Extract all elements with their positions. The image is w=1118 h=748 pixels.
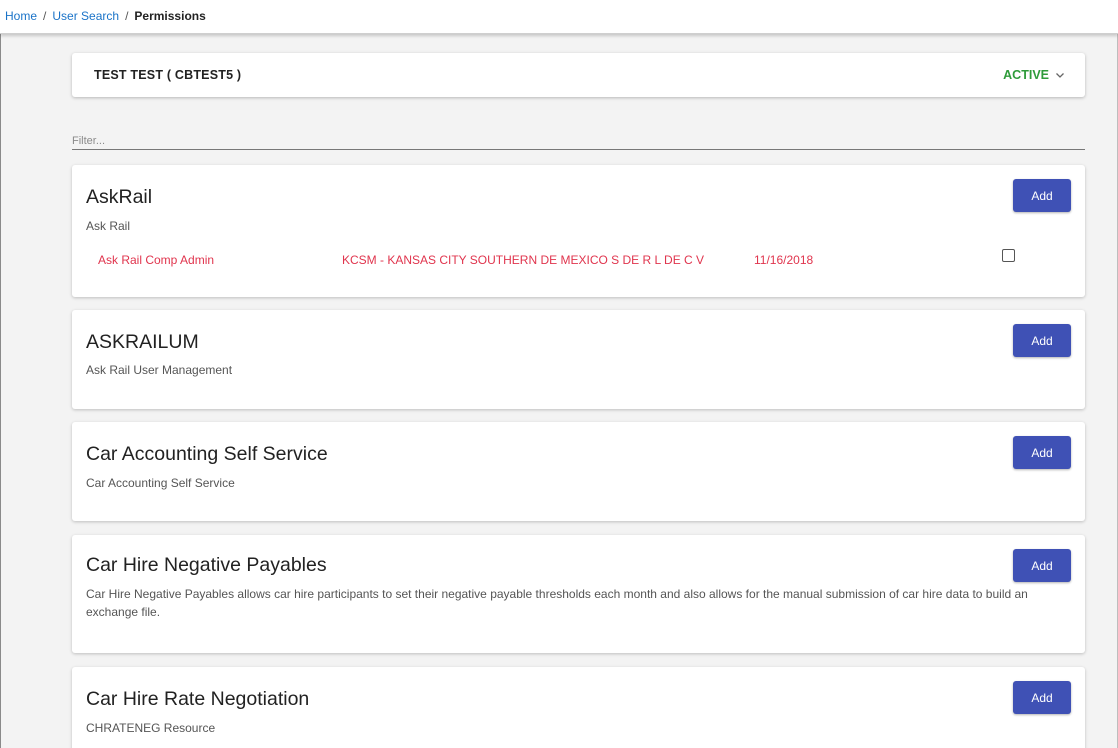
breadcrumb-user-search-link[interactable]: User Search xyxy=(52,9,119,23)
breadcrumb-separator: / xyxy=(125,9,129,23)
breadcrumb-separator: / xyxy=(43,9,47,23)
status-badge: ACTIVE xyxy=(1003,68,1049,82)
card-title: ASKRAILUM xyxy=(86,331,199,353)
permission-row: Ask Rail Comp Admin KCSM - KANSAS CITY S… xyxy=(98,253,1058,269)
card-description: CHRATENEG Resource xyxy=(86,721,216,735)
breadcrumb-home-link[interactable]: Home xyxy=(5,9,37,23)
add-button[interactable]: Add xyxy=(1013,681,1071,714)
card-title: AskRail xyxy=(86,186,153,208)
permission-checkbox[interactable] xyxy=(1002,249,1015,262)
permission-card-askrailum: ASKRAILUM Ask Rail User Management Add xyxy=(72,310,1085,409)
card-description: Ask Rail xyxy=(86,219,131,233)
add-button[interactable]: Add xyxy=(1013,549,1071,582)
breadcrumb-current: Permissions xyxy=(134,9,206,23)
left-border xyxy=(0,34,1,748)
card-title: Car Hire Negative Payables xyxy=(86,554,327,576)
add-button[interactable]: Add xyxy=(1013,179,1071,212)
add-button[interactable]: Add xyxy=(1013,436,1071,469)
status-toggle[interactable]: ACTIVE xyxy=(1003,68,1065,82)
permission-card-car-hire-rate-negotiation: Car Hire Rate Negotiation CHRATENEG Reso… xyxy=(72,667,1085,748)
permission-card-car-hire-negative-payables: Car Hire Negative Payables Car Hire Nega… xyxy=(72,535,1085,653)
permission-card-askrail: AskRail Ask Rail Add Ask Rail Comp Admin… xyxy=(72,165,1085,297)
filter-input[interactable] xyxy=(72,128,1085,150)
permission-date: 11/16/2018 xyxy=(754,253,814,267)
chevron-down-icon xyxy=(1056,73,1064,78)
user-header-panel[interactable]: TEST TEST ( CBTEST5 ) ACTIVE xyxy=(72,53,1085,97)
card-title: Car Hire Rate Negotiation xyxy=(86,688,310,710)
card-description: Car Accounting Self Service xyxy=(86,476,235,490)
user-name: TEST TEST ( CBTEST5 ) xyxy=(94,68,242,82)
permission-company: KCSM - KANSAS CITY SOUTHERN DE MEXICO S … xyxy=(342,253,705,267)
permission-card-car-accounting: Car Accounting Self Service Car Accounti… xyxy=(72,422,1085,521)
add-button[interactable]: Add xyxy=(1013,324,1071,357)
breadcrumb: Home / User Search / Permissions xyxy=(0,0,1118,34)
card-title: Car Accounting Self Service xyxy=(86,443,328,465)
permission-role: Ask Rail Comp Admin xyxy=(98,253,215,267)
card-description: Ask Rail User Management xyxy=(86,363,233,377)
card-description: Car Hire Negative Payables allows car hi… xyxy=(86,587,1028,619)
